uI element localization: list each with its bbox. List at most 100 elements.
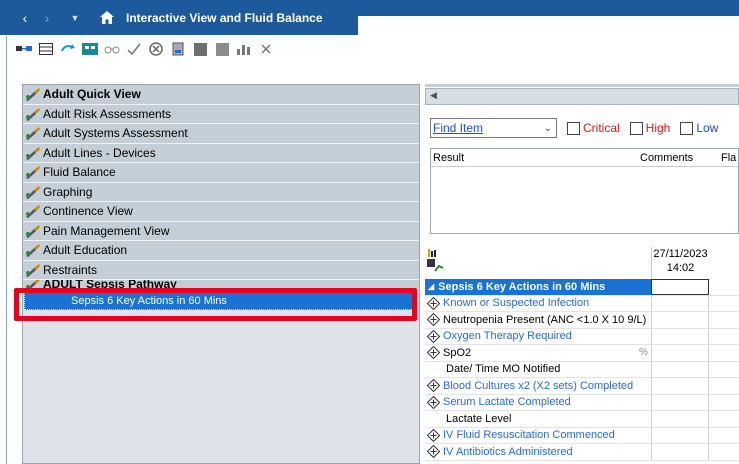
row-label: SpO2 % [425,345,651,361]
collapse-triangle-icon[interactable]: ◢ [428,282,434,291]
grid-cell[interactable] [651,378,709,394]
wrench-icon [26,88,40,102]
grid-cell[interactable] [651,394,709,410]
wrench-icon [26,244,40,258]
chart-icon[interactable] [236,42,252,56]
link-icon[interactable] [16,42,32,56]
row-text: IV Fluid Resuscitation Commenced [443,429,615,442]
row-text: Known or Suspected Infection [443,297,590,310]
date-time-column-header[interactable]: 27/11/2023 14:02 [651,247,709,279]
row-text: Blood Cultures x2 (X2 sets) Completed [443,379,634,392]
close-icon[interactable] [258,42,274,56]
flag-column-header[interactable]: Fla [721,152,736,164]
horizontal-scrollbar[interactable]: ◀ [425,88,739,105]
column-time: 14:02 [666,262,695,274]
grid-row[interactable]: Blood Cultures x2 (X2 sets) Completed [425,378,739,395]
grid-cell[interactable] [651,361,709,377]
wrench-icon [26,166,40,180]
document-icon[interactable] [170,42,186,56]
row-label: Oxygen Therapy Required [425,329,651,345]
row-label: Known or Suspected Infection [425,296,651,312]
wrench-icon [26,146,40,160]
nav-item-adult-risk-assessments[interactable]: Adult Risk Assessments [23,104,419,124]
section-row[interactable]: ◢ Sepsis 6 Key Actions in 60 Mins [425,279,739,296]
high-checkbox[interactable] [629,121,643,135]
row-label: Blood Cultures x2 (X2 sets) Completed [425,378,651,394]
grid-header: 27/11/2023 14:02 [425,245,739,279]
row-label: Serum Lactate Completed [425,395,651,411]
grid-row[interactable]: Lactate Level [425,411,739,428]
low-label: Low [696,121,719,135]
checkmark-icon[interactable] [126,42,142,56]
nav-item-pain-management-view[interactable]: Pain Management View [23,221,419,241]
nav-item-label: Adult Education [43,243,128,258]
title-bar-extension [358,0,739,16]
nav-item-label: Adult Systems Assessment [43,126,188,141]
diamond-plus-icon [427,395,440,409]
table-icon[interactable] [38,42,54,56]
grid-icon[interactable] [82,42,98,56]
nav-item-adult-quick-view[interactable]: Adult Quick View [23,85,419,105]
grid-row[interactable]: Known or Suspected Infection [425,295,739,312]
grid-row[interactable]: IV Antibiotics Administered [425,444,739,461]
section-title: Sepsis 6 Key Actions in 60 Mins [438,280,606,293]
nav-item-restraints[interactable]: Restraints [23,260,419,280]
wrench-icon [26,224,40,238]
back-button[interactable]: ‹ [14,10,36,26]
home-icon[interactable] [100,11,114,24]
wrench-icon [26,127,40,141]
glasses-icon[interactable] [104,42,120,56]
grid-cell-selected[interactable] [651,279,709,295]
left-divider [6,36,7,464]
grid-cell[interactable] [651,444,709,460]
row-label: Neutropenia Present (ANC <1.0 X 10 9/L) [425,312,651,328]
grid-cell[interactable] [651,411,709,427]
grid-row[interactable]: Date/ Time MO Notified [425,361,739,378]
nav-item-continence-view[interactable]: Continence View [23,202,419,222]
diamond-plus-icon [427,313,440,327]
nav-item-adult-lines-devices[interactable]: Adult Lines - Devices [23,143,419,163]
wrench-icon [26,185,40,199]
square-grey-icon[interactable] [214,42,230,56]
row-label: IV Fluid Resuscitation Commenced [425,428,651,444]
nav-item-adult-education[interactable]: Adult Education [23,241,419,261]
refresh-icon[interactable] [60,42,76,56]
row-label: Date/ Time MO Notified [425,362,651,378]
column-date: 27/11/2023 [653,248,708,260]
grid-cell[interactable] [651,312,709,328]
scroll-left-icon[interactable]: ◀ [430,90,437,101]
nav-item-fluid-balance[interactable]: Fluid Balance [23,163,419,183]
forward-button[interactable]: › [36,10,58,26]
window-title: Interactive View and Fluid Balance [126,10,323,25]
result-column-header[interactable]: Result [433,152,464,164]
grid-row[interactable]: Serum Lactate Completed [425,394,739,411]
history-dropdown-button[interactable]: ▼ [64,13,86,23]
nav-item-label: Adult Lines - Devices [43,145,156,160]
grid-row[interactable]: IV Fluid Resuscitation Commenced [425,427,739,444]
square-icon[interactable] [192,42,208,56]
grid-row[interactable]: SpO2 % [425,345,739,362]
documentation-grid: 27/11/2023 14:02 ◢ Sepsis 6 Key Actions … [425,245,739,464]
cancel-circle-icon[interactable] [148,42,164,56]
results-header: Result Comments Fla [431,149,738,167]
find-item-value: Find Item [433,121,484,135]
nav-item-adult-systems-assessment[interactable]: Adult Systems Assessment [23,124,419,144]
grid-row[interactable]: Neutropenia Present (ANC <1.0 X 10 9/L) [425,312,739,329]
nav-item-label: Graphing [43,184,93,199]
grid-row[interactable]: Oxygen Therapy Required [425,328,739,345]
grid-cell[interactable] [651,345,709,361]
grid-cell[interactable] [651,427,709,443]
grid-cell[interactable] [651,328,709,344]
red-highlight-box [14,288,417,321]
grid-cell[interactable] [651,295,709,311]
find-item-dropdown[interactable]: Find Item ⌄ [430,118,557,138]
low-checkbox[interactable] [680,121,694,135]
critical-checkbox[interactable] [567,121,580,135]
comments-column-header[interactable]: Comments [640,152,693,164]
filter-bar: Find Item ⌄ Critical High Low [430,118,718,138]
nav-item-graphing[interactable]: Graphing [23,182,419,202]
row-text: Lactate Level [446,412,512,425]
results-list[interactable]: Result Comments Fla [430,148,739,234]
splitter[interactable] [425,84,739,87]
grid-tools-icon[interactable] [425,247,445,275]
